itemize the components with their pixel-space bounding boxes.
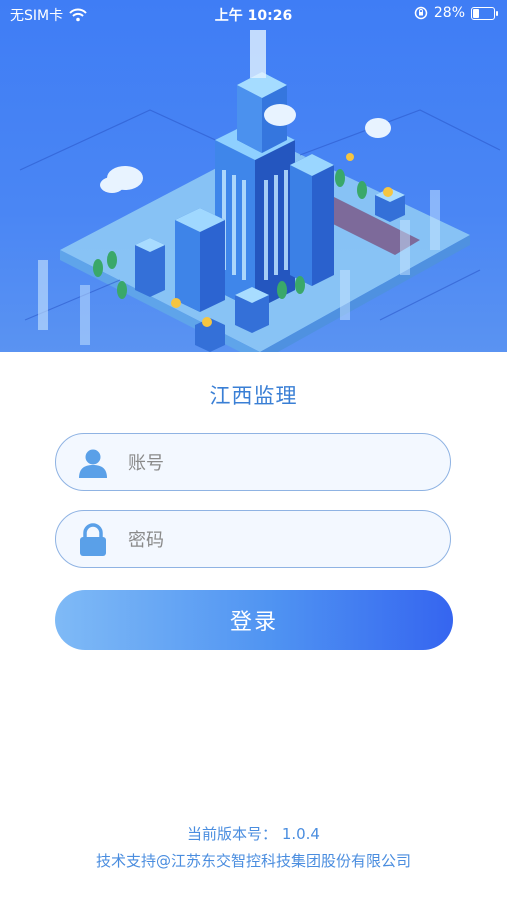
tech-support-text: 技术支持@江苏东交智控科技集团股份有限公司 [95,852,411,870]
battery-icon [471,6,498,20]
login-button[interactable]: 登录 [55,590,453,650]
status-right: 28% [414,5,498,21]
account-input[interactable] [126,444,430,482]
hero-city-illustration [0,0,507,352]
user-icon [79,449,107,478]
smart-city-illustration [19,30,501,352]
battery-fill [473,8,479,18]
account-field[interactable] [55,433,451,491]
orientation-lock-icon [414,6,428,20]
version-info: 当前版本号： 1.0.4 [0,823,507,844]
version-label: 当前版本号： [187,825,278,843]
battery-percent: 28% [433,5,465,21]
status-bar: 无SIM卡 上午 10:26 28% [0,0,507,28]
lock-icon [80,523,106,556]
app-title: 江西监理 [209,384,298,408]
version-number: 1.0.4 [281,825,320,843]
password-field[interactable] [55,510,451,568]
password-input[interactable] [126,521,430,559]
